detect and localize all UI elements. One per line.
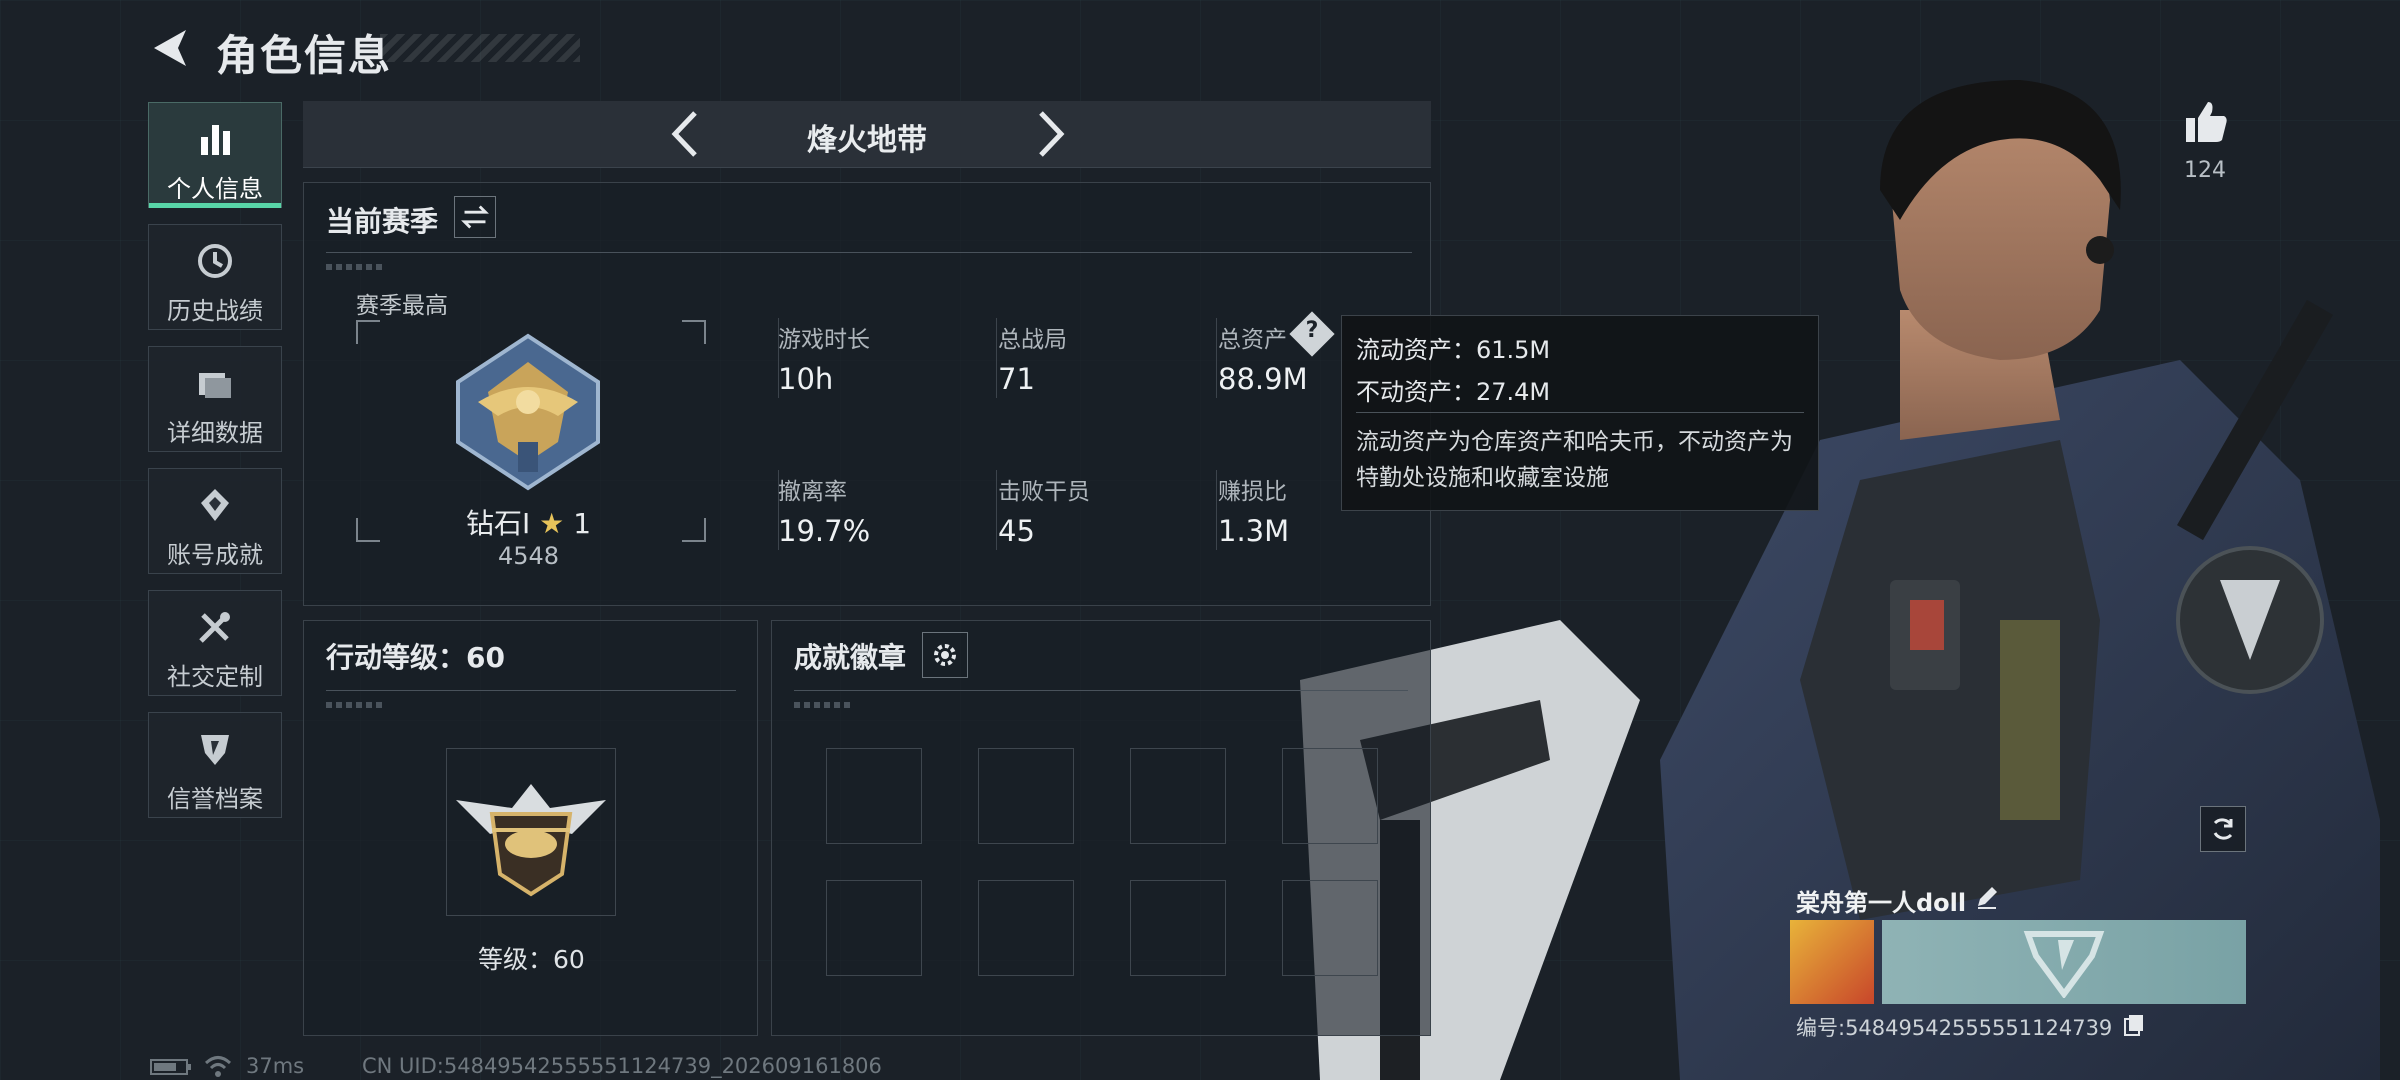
- divider-dashes: [794, 702, 854, 708]
- ping-value: 37ms: [246, 1054, 305, 1078]
- stat-divider: [996, 470, 997, 550]
- sidebar-item-label: 信誉档案: [167, 785, 263, 813]
- rank-stars: 1: [573, 507, 592, 540]
- sidebar-item-label: 详细数据: [167, 419, 263, 447]
- action-level-title: 行动等级：60: [326, 641, 505, 674]
- achievement-slot[interactable]: [826, 880, 922, 976]
- stat-label-assets: 总资产: [1218, 327, 1287, 353]
- stat-label-playtime: 游戏时长: [778, 327, 870, 353]
- sidebar-item-label: 社交定制: [167, 663, 263, 691]
- level-caption: 等级：60: [478, 945, 585, 974]
- stat-divider: [1216, 470, 1217, 550]
- sidebar-item-social[interactable]: 社交定制: [148, 590, 282, 696]
- achievement-slot[interactable]: [1282, 748, 1378, 844]
- faction-logo-icon: [2023, 931, 2105, 998]
- title-decoration: [380, 34, 580, 62]
- stat-value-assets: 88.9M: [1218, 362, 1308, 396]
- stat-value-matches: 71: [998, 362, 1035, 396]
- bar-chart-icon: [201, 125, 230, 155]
- refresh-button[interactable]: [2200, 806, 2246, 852]
- achievement-slot[interactable]: [978, 880, 1074, 976]
- shield-emblem-icon: [201, 735, 229, 765]
- sidebar-item-label: 账号成就: [167, 541, 263, 569]
- tooltip-divider: [1356, 412, 1804, 413]
- stat-label-extraction: 撤离率: [778, 479, 847, 505]
- settings-button[interactable]: [922, 632, 968, 678]
- stat-value-playtime: 10h: [778, 362, 834, 396]
- tooltip-description: 流动资产为仓库资产和哈夫币，不动资产为特勤处设施和收藏室设施: [1356, 429, 1793, 491]
- player-card-banner: [1882, 920, 2246, 1004]
- star-icon: ★: [539, 507, 565, 540]
- back-arrow-icon[interactable]: [148, 26, 190, 70]
- help-icon-glyph: ?: [1305, 318, 1319, 343]
- edit-icon[interactable]: [1974, 884, 2000, 910]
- battery-icon: [150, 1059, 191, 1075]
- gear-icon: [934, 644, 956, 666]
- copy-icon[interactable]: [2122, 1012, 2146, 1036]
- sidebar-item-history[interactable]: 历史战绩: [148, 224, 282, 330]
- rank-name: 钻石Ⅰ ★ 1: [466, 502, 591, 542]
- player-id: 编号:5484954255555112473​9: [1796, 1016, 2113, 1040]
- season-title: 当前赛季: [326, 205, 439, 238]
- divider: [794, 690, 1408, 691]
- season-best-label: 赛季最高: [356, 293, 448, 319]
- achievement-slot[interactable]: [978, 748, 1074, 844]
- history-icon: [198, 244, 232, 278]
- chevron-right-icon[interactable]: [1023, 109, 1073, 159]
- divider-dashes: [326, 264, 386, 270]
- achievement-slot[interactable]: [1282, 880, 1378, 976]
- achievement-slot[interactable]: [1130, 880, 1226, 976]
- sidebar-item-credit[interactable]: 信誉档案: [148, 712, 282, 818]
- divider: [326, 690, 736, 691]
- wifi-icon: [204, 1056, 232, 1077]
- divider: [326, 252, 1412, 253]
- achievement-slot[interactable]: [826, 748, 922, 844]
- sidebar-item-achievements[interactable]: 账号成就: [148, 468, 282, 574]
- achievements-title: 成就徽章: [794, 641, 907, 674]
- player-avatar[interactable]: [1790, 920, 1874, 1004]
- refresh-icon: [2213, 818, 2233, 840]
- stat-value-extraction: 19.7%: [778, 514, 871, 548]
- map-name: 烽火地带: [807, 123, 927, 158]
- folder-icon: [199, 373, 231, 398]
- stat-label-kills: 击败干员: [998, 479, 1090, 505]
- rank-points: 4548: [498, 542, 560, 570]
- sidebar-item-personal-info[interactable]: 个人信息: [148, 102, 282, 208]
- sidebar-item-label: 个人信息: [167, 175, 263, 203]
- swap-icon[interactable]: [454, 196, 496, 238]
- rank-emblem-icon: [456, 333, 600, 491]
- stat-label-profit-ratio: 赚损比: [1218, 479, 1287, 505]
- divider-dashes: [326, 702, 386, 708]
- player-name: 棠舟第一人doll: [1796, 889, 1967, 917]
- helicopter-badge-icon: [456, 784, 606, 897]
- page-title: 角色信息: [216, 31, 393, 80]
- sidebar-item-label: 历史战绩: [167, 297, 263, 325]
- stat-divider: [1216, 318, 1217, 398]
- stat-value-profit-ratio: 1.3M: [1218, 514, 1290, 548]
- stat-label-matches: 总战局: [998, 327, 1067, 353]
- achievement-icon: [201, 489, 229, 521]
- asset-tooltip: 流动资产：61.5M 不动资产：27.4M 流动资产为仓库资产和哈夫币，不动资产…: [1341, 315, 1819, 511]
- map-switcher: 烽火地带: [303, 101, 1431, 168]
- rank-tier: 钻石Ⅰ: [466, 507, 531, 540]
- tools-icon: [199, 612, 230, 643]
- achievement-slot[interactable]: [1130, 748, 1226, 844]
- stat-value-kills: 45: [998, 514, 1035, 548]
- like-count: 124: [2184, 158, 2226, 183]
- stat-divider: [996, 318, 997, 398]
- sidebar-item-detail-data[interactable]: 详细数据: [148, 346, 282, 452]
- tooltip-liquid-assets: 流动资产：61.5M: [1356, 336, 1551, 364]
- thumbs-up-icon[interactable]: [2182, 98, 2230, 146]
- tooltip-fixed-assets: 不动资产：27.4M: [1356, 378, 1551, 406]
- uid-text: CN UID:5484954255555112473​9_20260916180…: [362, 1054, 882, 1078]
